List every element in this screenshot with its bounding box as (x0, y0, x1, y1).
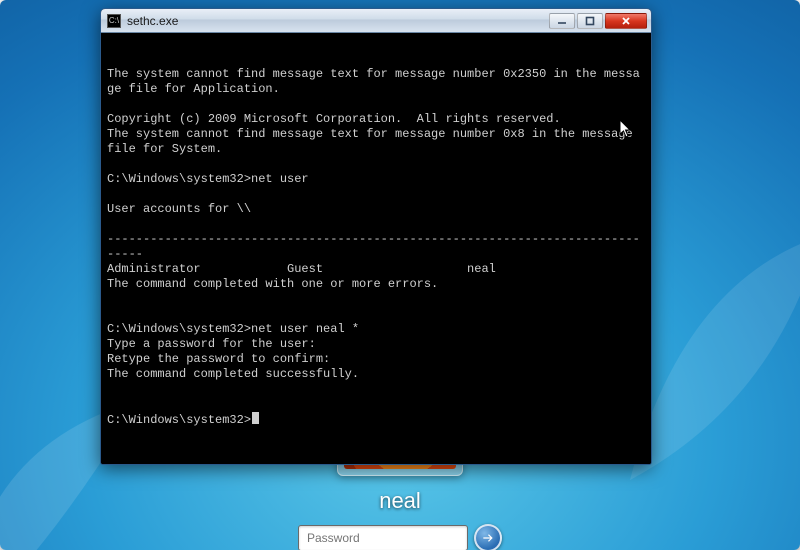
terminal-line: Administrator Guest neal (107, 262, 645, 277)
terminal-line (107, 217, 645, 232)
terminal-output[interactable]: The system cannot find message text for … (101, 33, 651, 464)
terminal-line: Retype the password to confirm: (107, 352, 645, 367)
terminal-line: The command completed successfully. (107, 367, 645, 382)
terminal-line (107, 187, 645, 202)
terminal-line: The command completed with one or more e… (107, 277, 645, 292)
terminal-line: C:\Windows\system32>net user (107, 172, 645, 187)
terminal-line (107, 97, 645, 112)
command-prompt-window[interactable]: C:\ sethc.exe The system cannot find mes… (100, 8, 652, 465)
terminal-line (107, 292, 645, 307)
minimize-icon (557, 16, 567, 26)
terminal-line: Type a password for the user: (107, 337, 645, 352)
terminal-line: Copyright (c) 2009 Microsoft Corporation… (107, 112, 645, 127)
window-titlebar[interactable]: C:\ sethc.exe (101, 9, 651, 33)
terminal-line: The system cannot find message text for … (107, 127, 645, 157)
terminal-prompt[interactable]: C:\Windows\system32> (107, 412, 645, 428)
minimize-button[interactable] (549, 13, 575, 29)
terminal-line: User accounts for \\ (107, 202, 645, 217)
desktop: neal C:\ sethc.exe (0, 0, 800, 550)
cmd-icon: C:\ (107, 14, 121, 28)
login-submit-button[interactable] (474, 524, 502, 550)
terminal-line (107, 307, 645, 322)
maximize-icon (585, 16, 595, 26)
terminal-line: C:\Windows\system32>net user neal * (107, 322, 645, 337)
password-input[interactable] (298, 525, 468, 550)
terminal-line (107, 157, 645, 172)
maximize-button[interactable] (577, 13, 603, 29)
terminal-line: ----------------------------------------… (107, 232, 645, 262)
terminal-line: The system cannot find message text for … (107, 67, 645, 97)
terminal-line (107, 397, 645, 412)
close-icon (621, 16, 631, 26)
window-title: sethc.exe (127, 14, 543, 28)
close-button[interactable] (605, 13, 647, 29)
arrow-right-icon (481, 531, 495, 545)
username-label: neal (280, 488, 520, 514)
text-cursor (252, 412, 259, 424)
terminal-line (107, 382, 645, 397)
